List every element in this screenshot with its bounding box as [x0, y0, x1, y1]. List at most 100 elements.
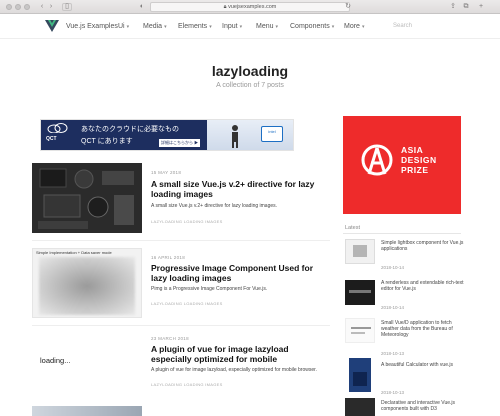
- latest-thumbnail[interactable]: [345, 280, 375, 305]
- page-title: lazyloading: [211, 63, 289, 79]
- chevron-down-icon: ▾: [331, 24, 335, 30]
- nav-item-ui[interactable]: Ui ▾: [118, 23, 129, 30]
- latest-item-title[interactable]: Declarative and interactive Vue.js compo…: [381, 400, 466, 412]
- weather-preview-line-icon: [351, 332, 365, 334]
- share-icon[interactable]: ⇪: [448, 3, 458, 11]
- asia-design-prize-logo-icon: [361, 144, 393, 176]
- latest-thumbnail[interactable]: [345, 398, 375, 416]
- address-bar[interactable]: 🔒︎ vuejsexamples.com: [150, 2, 350, 12]
- post-tags[interactable]: LAZYLOADING LOADING IMAGES: [151, 301, 223, 306]
- post-date: 16 APRIL 2018: [151, 255, 186, 260]
- chevron-down-icon: ▾: [164, 24, 167, 30]
- post-thumbnail[interactable]: Simple Implementation + Data saver mode: [32, 248, 142, 318]
- ad-subline: QCT にあります: [81, 138, 133, 145]
- nav-item-label: More: [344, 23, 360, 30]
- sidebar-ad-text: ASIA DESIGN PRIZE: [401, 145, 437, 175]
- chevron-down-icon: ▾: [209, 24, 212, 30]
- post-tags[interactable]: LAZYLOADING LOADING IMAGES: [151, 382, 223, 387]
- site-navbar: Vue.js Examples Ui ▾ Media ▾ Elements ▾ Inp…: [0, 15, 500, 39]
- latest-thumbnail[interactable]: [349, 358, 371, 392]
- close-window-icon[interactable]: [6, 4, 12, 10]
- chevron-down-icon: ▾: [126, 24, 130, 30]
- thumbnail-caption: Simple Implementation + Data saver mode: [36, 250, 112, 255]
- latest-item-title[interactable]: Simple lightbox component for Vue.js app…: [381, 240, 466, 252]
- ad-banner[interactable]: QCT あなたのクラウドに必要なもの QCT にあります 詳細はこちらから ▶ …: [40, 119, 294, 151]
- latest-item-date: 2018-10-14: [381, 265, 405, 270]
- post-date: 23 MARCH 2018: [151, 336, 189, 341]
- nav-item-label: Components: [290, 23, 330, 30]
- nav-item-components[interactable]: Components ▾: [290, 23, 334, 30]
- intel-logo-text: intel: [268, 129, 276, 134]
- post-description: A plugin of vue for image lazyload, espe…: [151, 367, 317, 373]
- cloud-icon: [47, 123, 68, 133]
- forward-icon[interactable]: ›: [47, 3, 55, 11]
- post-title[interactable]: A plugin of vue for image lazyload espec…: [151, 344, 326, 364]
- search-input[interactable]: Search: [393, 21, 463, 32]
- person-silhouette-icon: [232, 125, 238, 148]
- new-tab-icon[interactable]: +: [476, 3, 486, 11]
- lightbox-preview-icon: [353, 245, 367, 257]
- vue-logo-icon[interactable]: [45, 20, 59, 33]
- latest-item-date: 2018-10-13: [381, 390, 405, 395]
- ad-banner-image: intel: [207, 120, 293, 150]
- post-thumbnail[interactable]: loading...: [32, 332, 142, 402]
- latest-thumbnail[interactable]: [345, 239, 375, 264]
- sidebar-ad-line: DESIGN: [401, 155, 437, 165]
- latest-item-date: 2018-10-13: [381, 351, 405, 356]
- intel-logo: intel: [261, 126, 283, 142]
- ad-brand: QCT: [46, 136, 57, 142]
- post-divider: [32, 240, 330, 241]
- search-placeholder: Search: [393, 23, 413, 29]
- sidebar-ad-line: ASIA: [401, 145, 424, 155]
- minimize-window-icon[interactable]: [15, 4, 21, 10]
- post-divider: [32, 325, 330, 326]
- sidebar-ad[interactable]: ASIA DESIGN PRIZE: [343, 116, 461, 214]
- lock-icon: 🔒︎: [223, 4, 227, 10]
- post-thumbnail-partial[interactable]: [32, 406, 142, 416]
- post-tags[interactable]: LAZYLOADING LOADING IMAGES: [151, 219, 223, 224]
- privacy-icon[interactable]: ◐: [138, 3, 146, 11]
- post-title[interactable]: A small size Vue.js v.2+ directive for l…: [151, 179, 326, 199]
- nav-item-elements[interactable]: Elements ▾: [178, 23, 212, 30]
- latest-item-date: 2018-10-14: [381, 305, 405, 310]
- latest-item-title[interactable]: A renderless and extendable rich-text ed…: [381, 280, 466, 292]
- site-brand-link[interactable]: Vue.js Examples: [66, 23, 118, 30]
- ad-banner-left: QCT あなたのクラウドに必要なもの QCT にあります 詳細はこちらから ▶: [41, 120, 207, 150]
- post-description: A small size Vue.js v.2+ directive for l…: [151, 203, 278, 209]
- editor-preview-icon: [349, 290, 371, 293]
- reload-icon[interactable]: ↻: [344, 3, 352, 11]
- loading-text: loading...: [40, 356, 71, 365]
- address-bar-url: vuejsexamples.com: [228, 4, 277, 10]
- nav-item-label: Input: [222, 23, 238, 30]
- tabs-overview-icon[interactable]: ⧉: [461, 3, 471, 11]
- nav-item-input[interactable]: Input ▾: [222, 23, 242, 30]
- nav-item-label: Menu: [256, 23, 274, 30]
- nav-item-more[interactable]: More ▾: [344, 23, 364, 30]
- nav-item-menu[interactable]: Menu ▾: [256, 23, 278, 30]
- latest-item-title[interactable]: A beautiful Calculator with vue.js: [381, 362, 466, 368]
- browser-toolbar: ‹ › ▯ ◐ 🔒︎ vuejsexamples.com ↻ ⇪ ⧉ +: [0, 0, 500, 14]
- latest-divider: [343, 233, 461, 234]
- back-icon[interactable]: ‹: [38, 3, 46, 11]
- sidebar-toggle-icon[interactable]: ▯: [62, 3, 72, 11]
- maximize-window-icon[interactable]: [24, 4, 30, 10]
- ad-headline: あなたのクラウドに必要なもの: [81, 126, 179, 133]
- latest-thumbnail[interactable]: [345, 318, 375, 343]
- calculator-preview-icon: [353, 372, 367, 386]
- post-description: Pimg is a Progressive Image Component Fo…: [151, 286, 268, 292]
- nav-item-label: Elements: [178, 23, 208, 30]
- post-title[interactable]: Progressive Image Component Used for laz…: [151, 263, 326, 283]
- blurred-preview-image: [39, 257, 135, 315]
- latest-heading: Latest: [345, 225, 360, 231]
- post-date: 15 MAY 2018: [151, 170, 182, 175]
- latest-item-title[interactable]: Small Vue/D application to fetch weather…: [381, 320, 466, 338]
- nav-item-media[interactable]: Media ▾: [143, 23, 167, 30]
- chevron-down-icon: ▾: [275, 24, 279, 30]
- weather-preview-icon: [351, 327, 371, 329]
- flatlay-photo-icon: [32, 163, 142, 233]
- page-subtitle: A collection of 7 posts: [216, 82, 284, 89]
- ad-cta-button[interactable]: 詳細はこちらから ▶: [159, 139, 201, 147]
- chevron-down-icon: ▾: [361, 24, 365, 30]
- nav-item-label: Media: [143, 23, 163, 30]
- post-thumbnail[interactable]: [32, 163, 142, 233]
